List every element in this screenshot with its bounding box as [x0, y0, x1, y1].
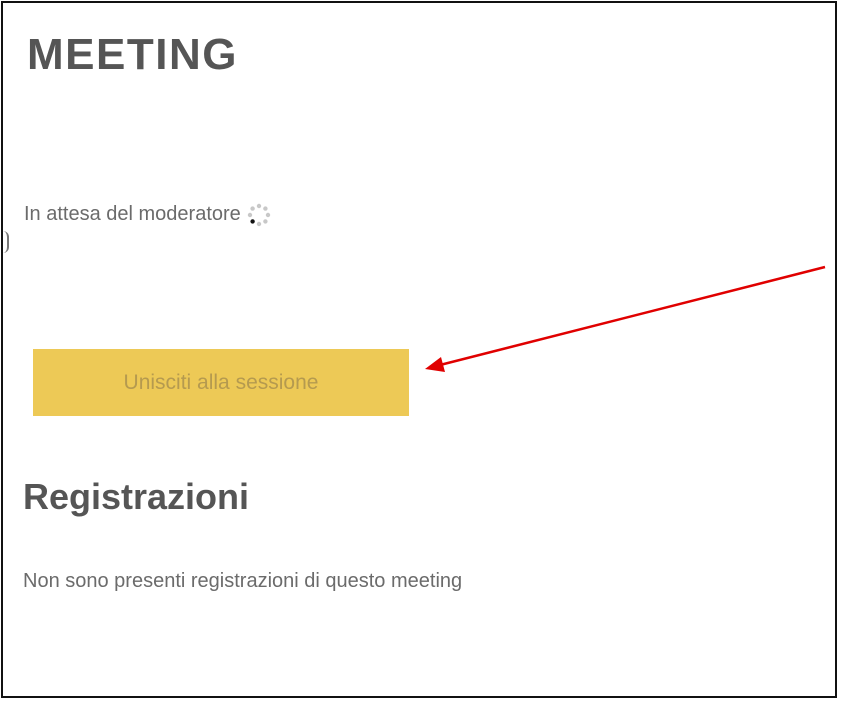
screenshot-frame: MEETING In attesa del moderatore Uniscit…: [1, 1, 837, 698]
page-title: MEETING: [27, 30, 238, 79]
waiting-status: In attesa del moderatore: [24, 200, 273, 228]
recordings-empty-message: Non sono presenti registrazioni di quest…: [23, 570, 463, 592]
waiting-status-text: In attesa del moderatore: [24, 203, 241, 225]
join-session-button[interactable]: Unisciti alla sessione: [33, 349, 409, 416]
recordings-heading: Registrazioni: [23, 476, 250, 517]
left-edge-mark: [3, 231, 9, 253]
loading-spinner-icon: [245, 201, 273, 229]
